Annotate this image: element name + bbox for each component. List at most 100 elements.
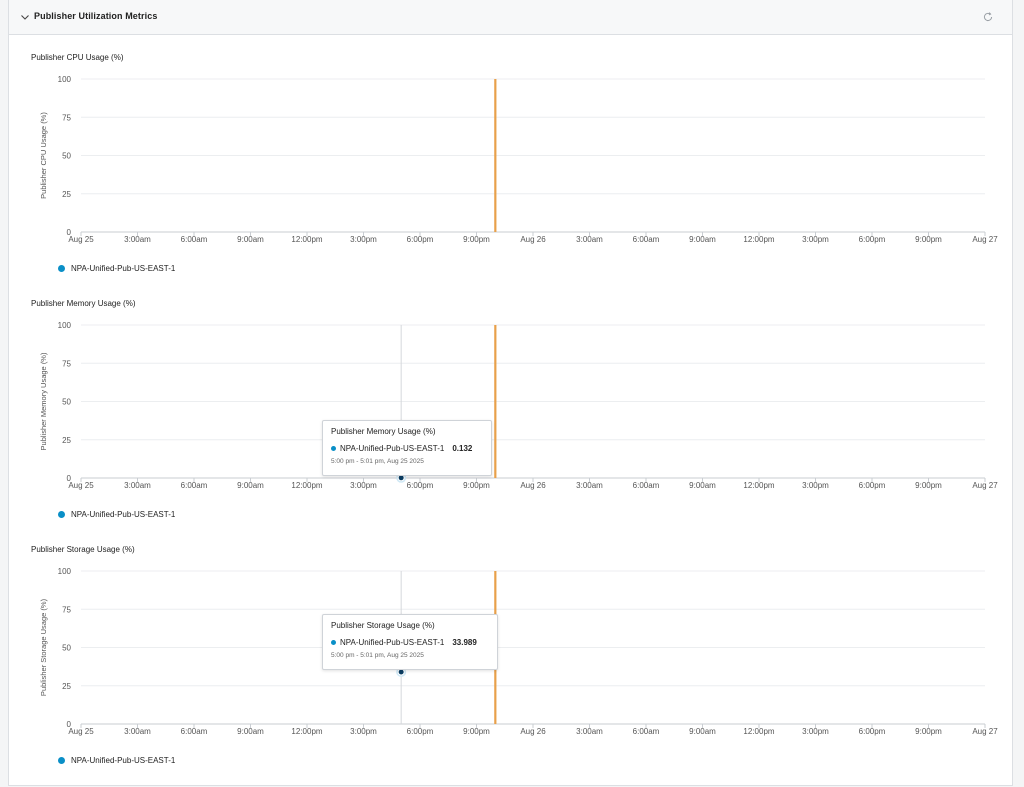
x-tick-label: 3:00am (576, 481, 603, 490)
y-tick-label: 25 (62, 436, 71, 445)
panel-title: Publisher Utilization Metrics (34, 11, 158, 21)
x-tick-label: 6:00pm (407, 727, 434, 736)
tooltip-time: 5:00 pm - 5:01 pm, Aug 25 2025 (331, 652, 424, 659)
x-tick-label: 6:00am (633, 481, 660, 490)
y-tick-label: 25 (62, 682, 71, 691)
storage-chart: Publisher Storage Usage (%) 0 25 50 75 100 Au… (9, 540, 1014, 780)
x-tick-label: Aug 26 (520, 235, 546, 244)
y-tick-label: 25 (62, 190, 71, 199)
x-tick-label: Aug 27 (972, 727, 998, 736)
tooltip: Publisher Storage Usage (%) NPA-Unified-… (322, 614, 498, 670)
x-tick-label: 3:00pm (802, 235, 829, 244)
legend-item[interactable]: NPA-Unified-Pub-US-EAST-1 (58, 510, 175, 519)
x-tick-label: 9:00am (237, 481, 264, 490)
tooltip-title: Publisher Memory Usage (%) (331, 427, 436, 436)
legend-dot (58, 511, 65, 518)
utilization-panel: Publisher Utilization Metrics Publisher … (8, 0, 1013, 786)
x-tick-label: Aug 25 (68, 481, 94, 490)
y-axis-label: Publisher CPU Usage (%) (39, 112, 48, 199)
x-tick-label: 9:00am (689, 481, 716, 490)
x-tick-label: 9:00pm (463, 727, 490, 736)
y-tick-label: 50 (62, 644, 71, 653)
x-tick-label: 6:00am (181, 481, 208, 490)
y-tick-label: 100 (58, 321, 72, 330)
x-tick-label: 6:00pm (407, 481, 434, 490)
x-tick-label: Aug 25 (68, 727, 94, 736)
x-tick-label: 6:00pm (407, 235, 434, 244)
x-tick-label: 12:00pm (291, 481, 322, 490)
tooltip-row: NPA-Unified-Pub-US-EAST-1 0.132 (331, 444, 483, 453)
tooltip-row: NPA-Unified-Pub-US-EAST-1 33.989 (331, 638, 489, 647)
x-tick-label: 6:00pm (859, 481, 886, 490)
x-tick-label: Aug 27 (972, 481, 998, 490)
x-tick-label: 6:00am (633, 235, 660, 244)
y-tick-label: 100 (58, 567, 72, 576)
chart-plot[interactable]: 0255075100Aug 25 3:00am 6:00am 9:00am 12:00p… (9, 294, 1014, 499)
y-tick-label: 75 (62, 605, 71, 614)
y-tick-label: 50 (62, 398, 71, 407)
x-tick-label: 3:00am (124, 727, 151, 736)
tooltip-series: NPA-Unified-Pub-US-EAST-1 (340, 638, 445, 647)
x-tick-label: 9:00am (237, 727, 264, 736)
x-tick-label: 3:00am (124, 235, 151, 244)
x-tick-label: 6:00am (633, 727, 660, 736)
x-tick-label: 9:00am (689, 235, 716, 244)
x-tick-label: 6:00pm (859, 727, 886, 736)
x-tick-label: 12:00pm (743, 235, 774, 244)
y-axis-label: Publisher Storage Usage (%) (39, 598, 48, 696)
legend-label: NPA-Unified-Pub-US-EAST-1 (71, 756, 176, 765)
x-tick-label: 12:00pm (291, 727, 322, 736)
x-tick-label: Aug 27 (972, 235, 998, 244)
legend-label: NPA-Unified-Pub-US-EAST-1 (71, 510, 176, 519)
legend-dot (58, 265, 65, 272)
panel-header[interactable]: Publisher Utilization Metrics (9, 0, 1012, 35)
tooltip-series: NPA-Unified-Pub-US-EAST-1 (340, 444, 445, 453)
x-tick-label: 3:00am (124, 481, 151, 490)
chevron-down-icon[interactable] (19, 11, 31, 23)
tooltip-dot (331, 446, 336, 451)
x-tick-label: Aug 26 (520, 727, 546, 736)
x-tick-label: 3:00am (576, 727, 603, 736)
tooltip-value: 0.132 (452, 444, 473, 453)
legend-dot (58, 757, 65, 764)
tooltip-title: Publisher Storage Usage (%) (331, 621, 435, 630)
y-tick-label: 100 (58, 75, 72, 84)
x-tick-label: 9:00pm (915, 727, 942, 736)
x-tick-label: 12:00pm (743, 727, 774, 736)
x-tick-label: 9:00pm (915, 481, 942, 490)
y-tick-label: 75 (62, 359, 71, 368)
x-tick-label: 9:00am (689, 727, 716, 736)
x-tick-label: 3:00am (576, 235, 603, 244)
x-tick-label: 12:00pm (291, 235, 322, 244)
y-tick-label: 50 (62, 152, 71, 161)
legend-label: NPA-Unified-Pub-US-EAST-1 (71, 264, 176, 273)
x-tick-label: 6:00am (181, 235, 208, 244)
x-tick-label: 12:00pm (743, 481, 774, 490)
x-tick-label: Aug 26 (520, 481, 546, 490)
tooltip-time: 5:00 pm - 5:01 pm, Aug 25 2025 (331, 458, 424, 465)
x-tick-label: 9:00pm (463, 481, 490, 490)
refresh-icon[interactable] (982, 11, 994, 23)
x-tick-label: Aug 25 (68, 235, 94, 244)
x-tick-label: 3:00pm (350, 481, 377, 490)
legend-item[interactable]: NPA-Unified-Pub-US-EAST-1 (58, 264, 175, 273)
chart-plot[interactable]: 0255075100Aug 25 3:00am 6:00am 9:00am 12:00p… (9, 48, 1014, 253)
x-tick-label: 3:00pm (802, 481, 829, 490)
y-tick-label: 75 (62, 113, 71, 122)
x-tick-label: 3:00pm (350, 727, 377, 736)
memory-chart: Publisher Memory Usage (%) 0 25 50 75 100 Aug… (9, 294, 1014, 534)
x-tick-label: 9:00pm (915, 235, 942, 244)
x-tick-label: 6:00am (181, 727, 208, 736)
legend-item[interactable]: NPA-Unified-Pub-US-EAST-1 (58, 756, 175, 765)
x-tick-label: 3:00pm (802, 727, 829, 736)
x-tick-label: 6:00pm (859, 235, 886, 244)
x-tick-label: 9:00pm (463, 235, 490, 244)
x-tick-label: 9:00am (237, 235, 264, 244)
cpu-chart: Publisher CPU Usage (%) 0 25 50 75 100 Aug 25… (9, 48, 1014, 288)
tooltip-value: 33.989 (452, 638, 477, 647)
chart-plot[interactable]: 0255075100Aug 25 3:00am 6:00am 9:00am 12:00p… (9, 540, 1014, 745)
y-axis-label: Publisher Memory Usage (%) (39, 352, 48, 450)
tooltip: Publisher Memory Usage (%) NPA-Unified-P… (322, 420, 492, 476)
x-tick-label: 3:00pm (350, 235, 377, 244)
tooltip-dot (331, 640, 336, 645)
